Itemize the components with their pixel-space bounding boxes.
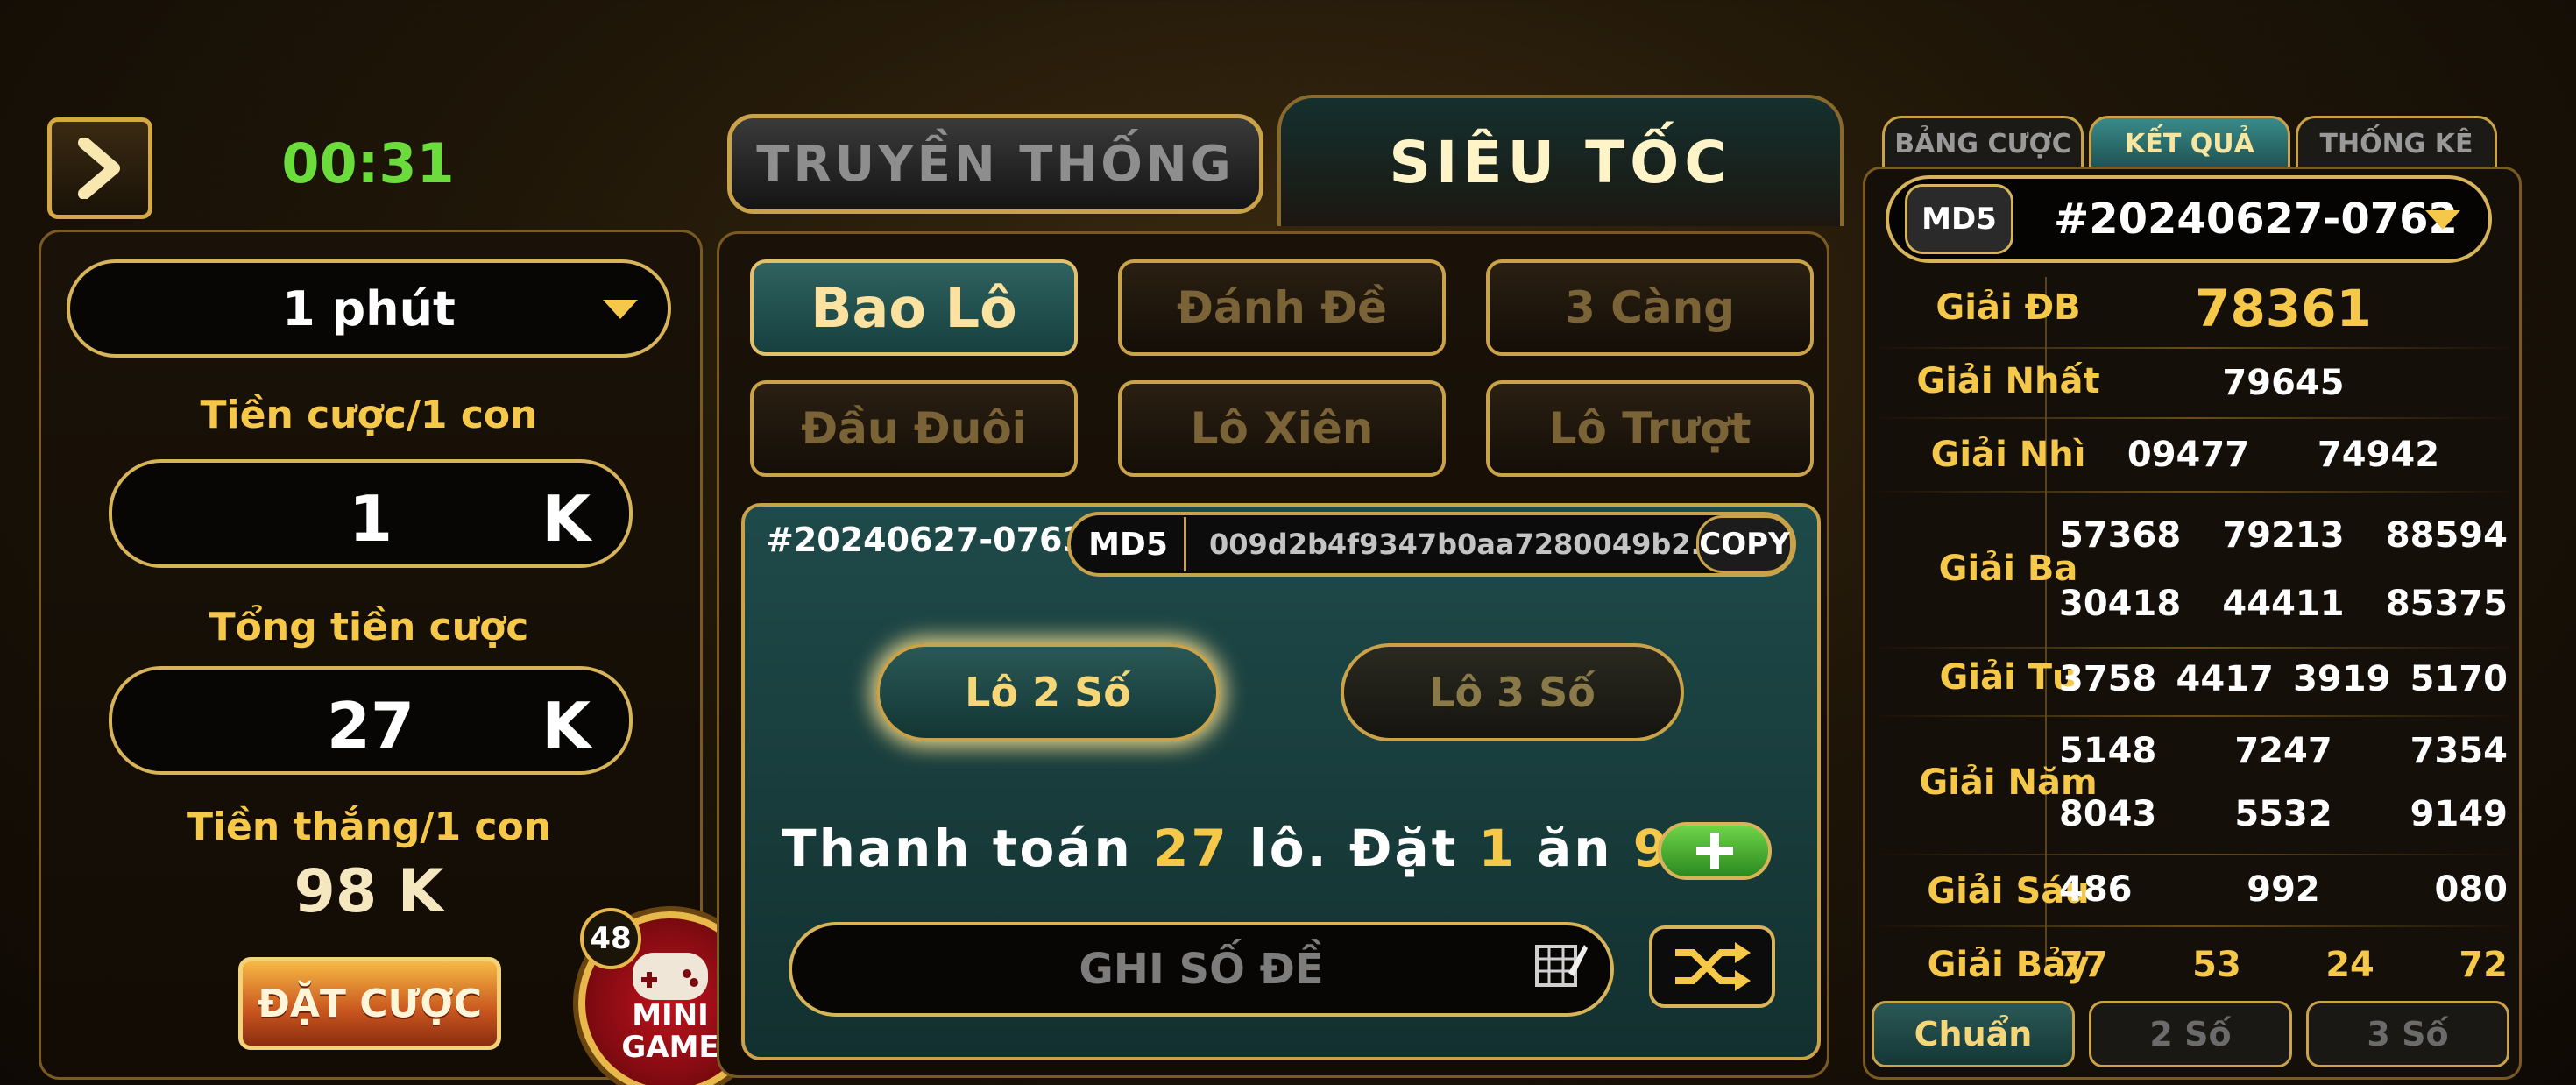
tab-results[interactable]: KẾT QUẢ: [2089, 116, 2290, 170]
copy-button[interactable]: COPY: [1696, 515, 1793, 573]
prize-row-third-1: 57368 79213 88594: [2047, 515, 2520, 556]
bet-type-lo-truot[interactable]: Lô Trượt: [1486, 380, 1814, 477]
divider: [1870, 854, 2518, 855]
prize-row-first: 79645: [2047, 363, 2520, 403]
divider: [1870, 647, 2518, 649]
prize-number: 72: [2459, 945, 2508, 985]
duration-value: 1 phút: [282, 280, 456, 337]
shuffle-icon: [1675, 942, 1751, 991]
win-per-value: 98 K: [294, 857, 444, 926]
prize-row-second: 09477 74942: [2047, 435, 2520, 475]
tab-statistics[interactable]: THỐNG KÊ: [2296, 116, 2497, 170]
prize-number: 74942: [2317, 435, 2440, 475]
lo-3-so-button[interactable]: Lô 3 Số: [1341, 643, 1684, 741]
prize-number: 78361: [2195, 279, 2372, 338]
bet-per-label: Tiền cược/1 con: [200, 393, 538, 437]
prize-number: 30418: [2059, 584, 2182, 624]
place-bet-button[interactable]: ĐẶT CƯỢC: [238, 957, 501, 1050]
pay-mid2: ăn: [1537, 819, 1613, 878]
mini-game-line1: MINI: [632, 998, 709, 1033]
total-bet-unit: K: [541, 689, 591, 762]
prize-number: 8043: [2059, 794, 2157, 834]
tab-bet-board[interactable]: BẢNG CƯỢC: [1882, 116, 2084, 170]
prize-row-seventh: 77 53 24 72: [2047, 945, 2520, 985]
caret-down-icon: [2425, 210, 2460, 230]
prize-row-fifth-2: 8043 5532 9149: [2047, 794, 2520, 834]
prize-number: 88594: [2385, 515, 2508, 556]
bet-type-dau-duoi[interactable]: Đầu Đuôi: [750, 380, 1078, 477]
ticket-id: #20240627-0763: [766, 521, 1086, 559]
pay-count: 27: [1152, 819, 1229, 878]
lo-2-so-button[interactable]: Lô 2 Số: [876, 643, 1220, 741]
bet-type-danh-de[interactable]: Đánh Đề: [1118, 259, 1446, 356]
plus-icon: [1696, 833, 1733, 869]
prize-number: 77: [2059, 945, 2108, 985]
total-bet-label: Tổng tiền cược: [209, 605, 529, 649]
prize-number: 992: [2247, 869, 2320, 910]
pay-bet: 1: [1478, 819, 1517, 878]
prize-number: 4417: [2176, 659, 2274, 699]
prize-number: 5532: [2234, 794, 2332, 834]
divider: [1870, 417, 2518, 419]
prize-row-fifth-1: 5148 7247 7354: [2047, 731, 2520, 771]
prize-number: 85375: [2385, 584, 2508, 624]
prize-number: 7354: [2410, 731, 2508, 771]
add-button[interactable]: [1658, 822, 1772, 880]
prize-number: 53: [2192, 945, 2241, 985]
bet-type-lo-xien[interactable]: Lô Xiên: [1118, 380, 1446, 477]
divider: [1870, 491, 2518, 493]
view-2-so-button[interactable]: 2 Số: [2089, 1001, 2292, 1067]
tab-fast[interactable]: SIÊU TỐC: [1277, 95, 1844, 226]
divider: [1870, 925, 2518, 927]
prize-row-third-2: 30418 44411 85375: [2047, 584, 2520, 624]
bet-per-unit: K: [541, 482, 591, 556]
prize-row-sixth: 486 992 080: [2047, 869, 2520, 910]
bet-type-bao-lo[interactable]: Bao Lô: [750, 259, 1078, 356]
expand-arrow-button[interactable]: [47, 117, 152, 219]
number-input-placeholder: GHI SỐ ĐỀ: [1079, 945, 1324, 994]
payment-summary: Thanh toán 27 lô. Đặt 1 ăn 98: [782, 819, 1709, 878]
prize-number: 5170: [2410, 659, 2508, 699]
prize-number: 7247: [2234, 731, 2332, 771]
prize-number: 44411: [2222, 584, 2345, 624]
draw-id: #20240627-0762: [2054, 195, 2458, 244]
prize-number: 3919: [2293, 659, 2391, 699]
prize-number: 24: [2325, 945, 2374, 985]
divider: [1870, 715, 2518, 717]
gamepad-icon: [633, 953, 708, 1000]
prize-row-fourth: 3758 4417 3919 5170: [2047, 659, 2520, 699]
prize-number: 080: [2434, 869, 2509, 910]
md5-label: MD5: [1072, 517, 1186, 571]
countdown-timer: 00:31: [281, 131, 455, 195]
prize-number: 9149: [2410, 794, 2508, 834]
bet-type-3-cang[interactable]: 3 Càng: [1486, 259, 1814, 356]
prize-number: 5148: [2059, 731, 2157, 771]
duration-select[interactable]: 1 phút: [67, 259, 671, 358]
pay-mid: lô. Đặt: [1249, 819, 1459, 878]
prize-number: 79213: [2222, 515, 2345, 556]
bet-per-input[interactable]: 1 K: [109, 459, 633, 568]
draw-md5-badge: MD5: [1905, 184, 2013, 254]
mini-game-badge: 48: [580, 908, 641, 969]
prize-number: 57368: [2059, 515, 2182, 556]
divider: [1870, 347, 2518, 349]
md5-hash: 009d2b4f9347b0aa7280049b2...: [1209, 528, 1700, 561]
caret-down-icon: [603, 300, 638, 319]
view-standard-button[interactable]: Chuẩn: [1872, 1001, 2075, 1067]
prize-number: 486: [2059, 869, 2133, 910]
number-input[interactable]: GHI SỐ ĐỀ: [789, 922, 1614, 1017]
total-bet-field: 27 K: [109, 666, 633, 775]
prize-number: 09477: [2127, 435, 2250, 475]
prize-number: 3758: [2059, 659, 2157, 699]
win-per-label: Tiền thắng/1 con: [186, 805, 552, 849]
pay-prefix: Thanh toán: [782, 819, 1133, 878]
prize-number: 79645: [2222, 363, 2345, 403]
mini-game-line2: GAME: [621, 1030, 719, 1065]
chevron-right-icon: [78, 138, 120, 199]
view-3-so-button[interactable]: 3 Số: [2306, 1001, 2509, 1067]
tab-traditional[interactable]: TRUYỀN THỐNG: [727, 114, 1263, 214]
prize-row-special: 78361: [2047, 279, 2520, 338]
edit-icon[interactable]: [1533, 938, 1588, 992]
shuffle-button[interactable]: [1649, 925, 1775, 1008]
